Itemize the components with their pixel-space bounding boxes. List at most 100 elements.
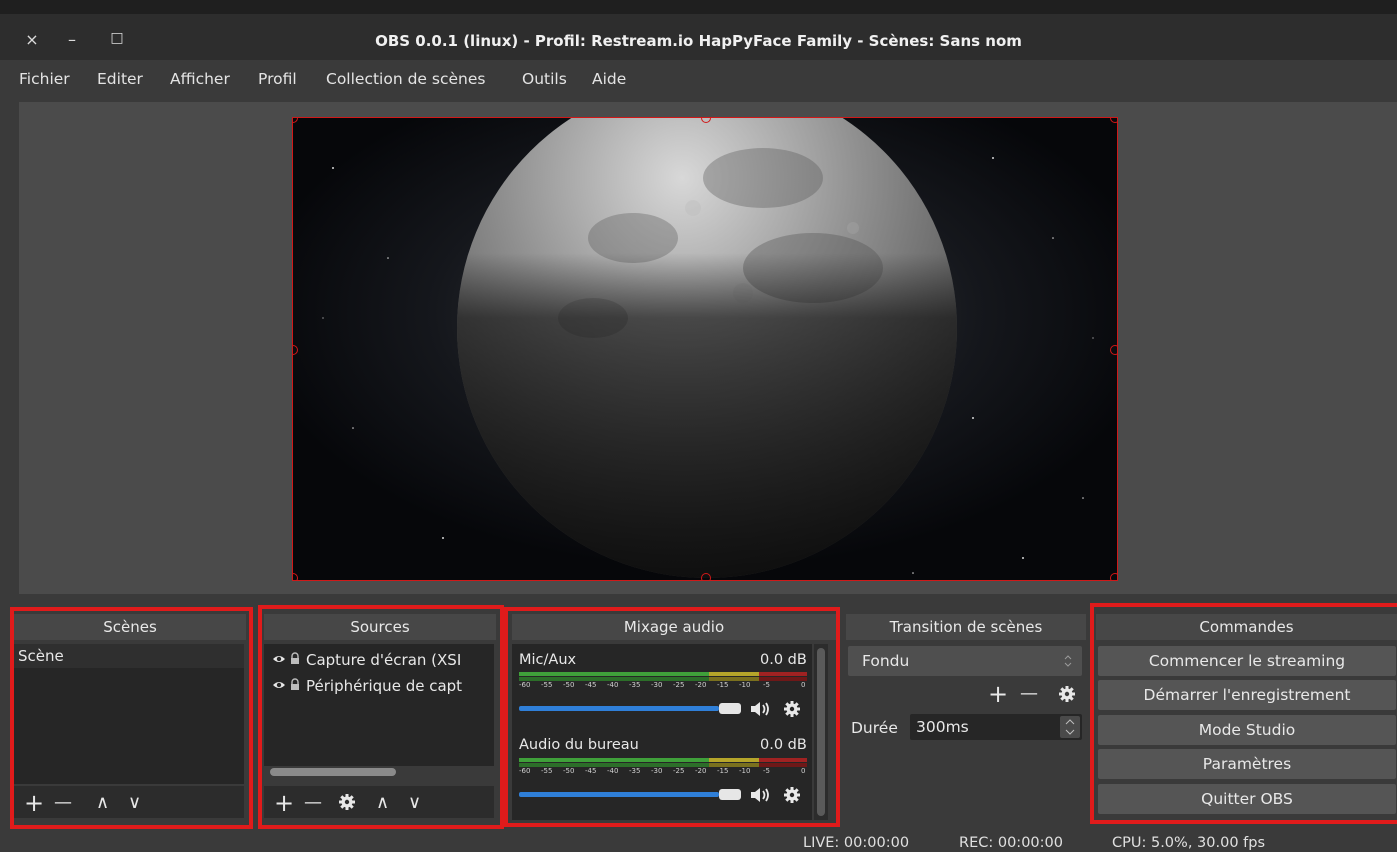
tick-label: -30 [651,681,663,689]
horizontal-scrollbar[interactable] [270,768,396,776]
source-item-label: Périphérique de capt [306,677,463,695]
move-scene-down-button[interactable]: ∨ [128,791,141,815]
title-bar-top-strip [0,0,1397,14]
volume-slider-handle[interactable] [719,703,741,714]
lock-icon[interactable] [290,652,300,665]
speaker-icon[interactable] [750,787,772,803]
mixer-channel-db: 0.0 dB [760,652,807,668]
tick-label: -55 [541,681,553,689]
list-item[interactable]: Capture d'écran (XSI [264,648,494,672]
tick-label: -25 [673,681,685,689]
menu-aide[interactable]: Aide [592,70,626,88]
transform-handle[interactable] [701,573,711,580]
mixer-scrollbar-thumb[interactable] [817,648,825,816]
gear-icon[interactable] [338,793,356,811]
gear-icon[interactable] [783,786,801,804]
transition-dock-title: Transition de scènes [846,614,1086,640]
scenes-dock-title: Scènes [14,614,246,640]
scenes-list[interactable]: Scène [14,644,244,784]
tick-label: -60 [519,681,531,689]
transition-select-value: Fondu [862,652,910,670]
tick-label: -10 [739,767,751,775]
mixer-dock-title: Mixage audio [512,614,836,640]
tick-label: -45 [585,681,597,689]
meter-scale: -60 -55 -50 -45 -40 -35 -30 -25 -20 -15 … [519,681,809,691]
status-live: LIVE: 00:00:00 [803,835,910,851]
tick-label: -5 [763,767,770,775]
tick-label: -5 [763,681,770,689]
add-transition-button[interactable]: + [988,682,1008,706]
eye-icon[interactable] [272,653,286,665]
menu-afficher[interactable]: Afficher [170,70,230,88]
settings-button[interactable]: Paramètres [1098,749,1396,779]
tick-label: -40 [607,767,619,775]
tick-label: -45 [585,767,597,775]
lock-icon[interactable] [290,678,300,691]
preview-canvas[interactable] [292,117,1118,581]
tick-label: -10 [739,681,751,689]
studio-mode-button[interactable]: Mode Studio [1098,715,1396,745]
mixer-scrollbar-track[interactable] [814,644,828,820]
tick-label: -50 [563,681,575,689]
moon-image [293,118,1117,580]
eye-icon[interactable] [272,679,286,691]
speaker-icon[interactable] [750,701,772,717]
duration-input-value: 300ms [916,718,969,736]
tick-label: -35 [629,681,641,689]
quit-obs-button[interactable]: Quitter OBS [1098,784,1396,814]
menu-profil[interactable]: Profil [258,70,297,88]
move-source-up-button[interactable]: ∧ [376,791,389,815]
menu-collection-scenes[interactable]: Collection de scènes [326,70,485,88]
list-item[interactable]: Périphérique de capt [264,674,494,698]
transform-handle[interactable] [1110,573,1117,580]
move-scene-up-button[interactable]: ∧ [96,791,109,815]
transform-handle[interactable] [1110,345,1117,355]
remove-source-button[interactable]: — [304,791,322,815]
tick-label: -50 [563,767,575,775]
status-rec: REC: 00:00:00 [959,835,1063,851]
start-recording-button[interactable]: Démarrer l'enregistrement [1098,680,1396,710]
duration-spinner[interactable] [1060,716,1080,738]
tick-label: -15 [717,767,729,775]
tick-label: 0 [801,767,806,775]
add-scene-button[interactable]: + [24,791,44,815]
start-streaming-button[interactable]: Commencer le streaming [1098,646,1396,676]
duration-label: Durée [851,719,898,737]
gear-icon[interactable] [783,700,801,718]
menu-outils[interactable]: Outils [522,70,567,88]
window-title: OBS 0.0.1 (linux) - Profil: Restream.io … [375,32,1022,50]
add-source-button[interactable]: + [274,791,294,815]
meter-scale: -60 -55 -50 -45 -40 -35 -30 -25 -20 -15 … [519,767,809,777]
spinner-arrows-icon [1065,719,1075,735]
tick-label: -25 [673,767,685,775]
status-cpu: CPU: 5.0%, 30.00 fps [1112,835,1266,851]
move-source-down-button[interactable]: ∨ [408,791,421,815]
remove-scene-button[interactable]: — [54,791,72,815]
controls-dock-title: Commandes [1096,614,1397,640]
remove-transition-button[interactable]: — [1020,682,1038,706]
sources-list[interactable]: Capture d'écran (XSI Périphérique de cap… [264,644,494,776]
transition-select[interactable]: Fondu [848,646,1082,676]
source-item-label: Capture d'écran (XSI [306,651,462,669]
duration-input[interactable]: 300ms [910,714,1082,740]
mixer-channel-name: Mic/Aux [519,652,577,668]
tick-label: -20 [695,767,707,775]
tick-label: 0 [801,681,806,689]
tick-label: -55 [541,767,553,775]
mixer-channel-db: 0.0 dB [760,737,807,753]
menu-fichier[interactable]: Fichier [19,70,70,88]
menu-editer[interactable]: Editer [97,70,143,88]
sources-dock-title: Sources [264,614,496,640]
tick-label: -20 [695,681,707,689]
title-bar: × – □ OBS 0.0.1 (linux) - Profil: Restre… [0,0,1397,60]
tick-label: -60 [519,767,531,775]
mixer-channel-name: Audio du bureau [519,737,639,753]
transform-handle[interactable] [293,573,298,580]
gear-icon[interactable] [1058,685,1076,703]
transform-handle[interactable] [1110,118,1117,123]
volume-slider[interactable] [519,792,719,797]
volume-slider-handle[interactable] [719,789,741,800]
chevron-updown-icon [1064,655,1072,667]
list-item[interactable]: Scène [14,644,244,668]
volume-slider[interactable] [519,706,719,711]
